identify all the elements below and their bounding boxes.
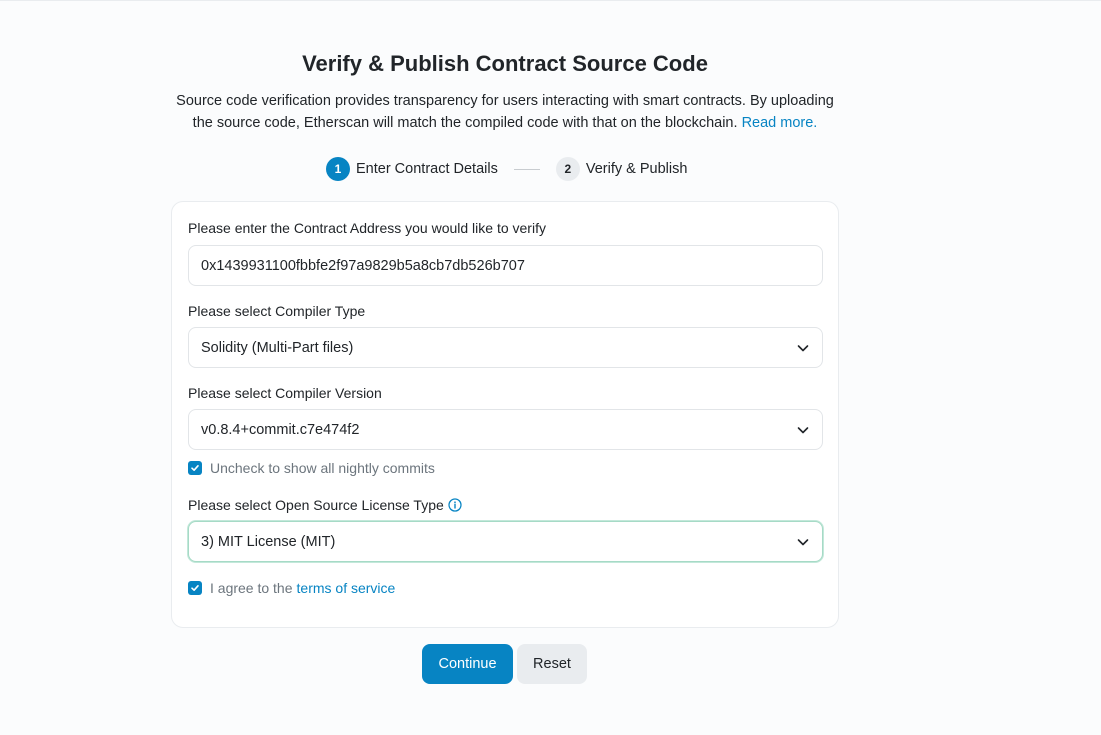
chevron-down-icon: [797, 426, 809, 433]
checkmark-icon: [191, 585, 199, 591]
step-divider: [513, 168, 540, 170]
terms-prefix: I agree to the: [210, 580, 293, 596]
verify-form-card: Please enter the Contract Address you wo…: [171, 201, 839, 628]
page-title: Verify & Publish Contract Source Code: [302, 51, 708, 76]
address-label: Please enter the Contract Address you wo…: [188, 220, 546, 236]
compiler-version-label: Please select Compiler Version: [188, 385, 382, 401]
terms-checkbox[interactable]: [188, 581, 202, 595]
compiler-type-label: Please select Compiler Type: [188, 303, 366, 319]
license-label-row: Please select Open Source License Type: [188, 497, 462, 513]
license-label: Please select Open Source License Type: [188, 497, 444, 513]
compiler-type-value: Solidity (Multi-Part files): [201, 339, 354, 356]
compiler-version-value: v0.8.4+commit.c7e474f2: [201, 421, 360, 438]
page-description: Source code verification provides transp…: [170, 90, 840, 134]
compiler-type-select[interactable]: Solidity (Multi-Part files): [188, 327, 823, 368]
step-2-number: 2: [555, 157, 580, 181]
license-type-select[interactable]: 3) MIT License (MIT): [188, 521, 823, 562]
compiler-version-select[interactable]: v0.8.4+commit.c7e474f2: [188, 409, 823, 450]
checkmark-icon: [191, 465, 199, 471]
license-type-value: 3) MIT License (MIT): [201, 533, 336, 550]
nightly-commits-label: Uncheck to show all nightly commits: [210, 460, 435, 476]
description-text: Source code verification provides transp…: [176, 93, 834, 131]
chevron-down-icon: [797, 344, 809, 351]
contract-address-value: 0x1439931100fbbfe2f97a9829b5a8cb7db526b7…: [201, 257, 525, 274]
info-icon[interactable]: [448, 498, 462, 512]
continue-button[interactable]: Continue: [422, 644, 513, 684]
stepper: 1 Enter Contract Details 2 Verify & Publ…: [326, 157, 687, 181]
reset-button[interactable]: Reset: [517, 644, 587, 684]
step-1-number: 1: [326, 157, 350, 181]
read-more-link[interactable]: Read more.: [742, 115, 818, 131]
nightly-commits-row: Uncheck to show all nightly commits: [188, 460, 435, 476]
contract-address-input[interactable]: 0x1439931100fbbfe2f97a9829b5a8cb7db526b7…: [188, 245, 823, 286]
page: Verify & Publish Contract Source Code So…: [0, 1, 1101, 735]
terms-of-service-link[interactable]: terms of service: [297, 580, 396, 596]
nightly-commits-checkbox[interactable]: [188, 461, 202, 475]
step-2-label: Verify & Publish: [585, 161, 688, 177]
terms-row: I agree to the terms of service: [188, 580, 395, 596]
chevron-down-icon: [797, 538, 809, 545]
step-1-label: Enter Contract Details: [356, 161, 498, 177]
